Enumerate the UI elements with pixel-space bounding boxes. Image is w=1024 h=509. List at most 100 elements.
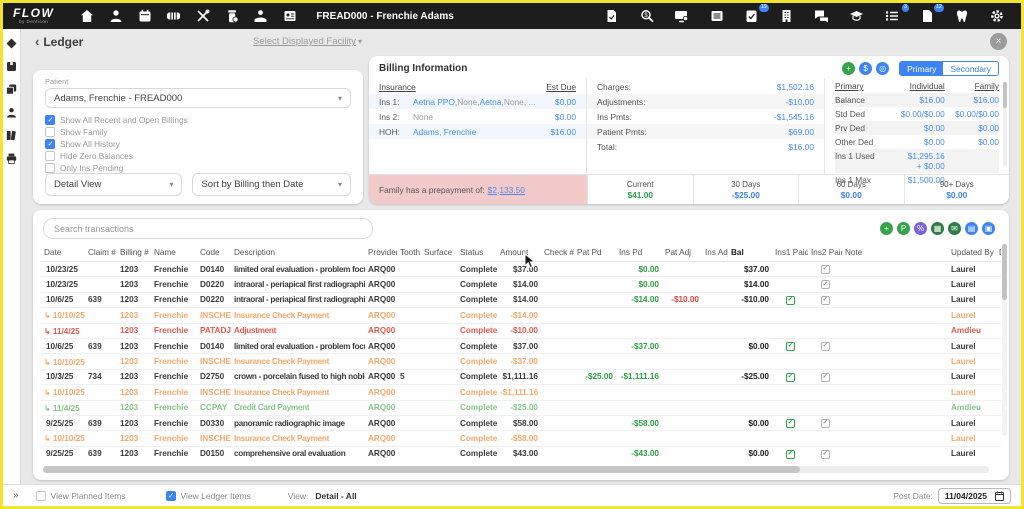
column-header[interactable]: Ins Pd xyxy=(616,245,662,262)
table-row[interactable]: ↳10/10/25 1203 Frenchie INSCHECI Insuran… xyxy=(41,385,1001,400)
view-planned-items-checkbox[interactable] xyxy=(36,491,46,501)
adjustment-button[interactable]: % xyxy=(914,222,927,235)
column-header[interactable]: Note xyxy=(842,245,948,262)
statement-button[interactable]: ▤ xyxy=(965,222,978,235)
column-header[interactable]: Surface xyxy=(421,245,457,262)
claims-icon[interactable] xyxy=(597,9,626,23)
search-transactions-input[interactable] xyxy=(43,218,373,239)
print-button[interactable]: ▣ xyxy=(982,222,995,235)
table-row[interactable]: ↳10/10/25 1203 Frenchie INSCHECI Insuran… xyxy=(41,431,1001,446)
procedures-icon[interactable] xyxy=(188,9,217,23)
column-header[interactable]: Date xyxy=(41,245,85,262)
secondary-toggle-button[interactable]: Secondary xyxy=(943,62,998,75)
patient-select[interactable]: Adams, Frenchie - FREAD000 ▾ xyxy=(45,88,351,108)
table-row[interactable]: ↳10/10/25 1203 Frenchie INSCHECI Insuran… xyxy=(41,354,1001,369)
column-header[interactable]: Status xyxy=(457,245,497,262)
hoh-link[interactable]: Adams, Frenchie xyxy=(413,127,476,137)
sort-select[interactable]: Sort by Billing then Date ▾ xyxy=(192,173,351,196)
ins2-paid-checkbox[interactable] xyxy=(821,373,830,382)
insurance-plan-link[interactable]: None xyxy=(504,97,524,107)
checkbox[interactable] xyxy=(45,127,55,137)
ins1-paid-checkbox[interactable] xyxy=(786,419,795,428)
column-header[interactable]: Tooth xyxy=(397,245,421,262)
ins1-paid-checkbox[interactable] xyxy=(786,342,795,351)
ins2-paid-checkbox[interactable] xyxy=(821,265,830,274)
email-button[interactable]: ✉ xyxy=(948,222,961,235)
prescriptions-icon[interactable] xyxy=(217,9,246,23)
view-ledger-items-checkbox-row[interactable]: View Ledger Items xyxy=(166,491,251,501)
quick-actions-icon[interactable] xyxy=(6,38,17,49)
table-row[interactable]: 10/6/25 639 1203 Frenchie D0220 intraora… xyxy=(41,292,1001,307)
table-row[interactable]: 9/25/25 639 1203 Frenchie D0330 panorami… xyxy=(41,415,1001,430)
package-icon[interactable] xyxy=(6,61,17,72)
ins1-paid-checkbox[interactable] xyxy=(786,373,795,382)
view-planned-items-checkbox-row[interactable]: View Planned Items xyxy=(36,491,126,501)
ins2-paid-checkbox[interactable] xyxy=(821,450,830,459)
messages-icon[interactable] xyxy=(807,9,836,23)
checkbox[interactable] xyxy=(45,115,55,125)
ledger-icon[interactable] xyxy=(6,130,17,141)
close-button[interactable]: × xyxy=(990,33,1007,50)
schedule-icon[interactable] xyxy=(130,9,159,23)
insurance-plan-link[interactable]: , ... xyxy=(524,97,536,107)
column-header[interactable]: Name xyxy=(151,245,197,262)
column-header[interactable]: Updated By xyxy=(948,245,996,262)
patient-icon[interactable] xyxy=(101,9,130,23)
benefits-scrollbar[interactable] xyxy=(1003,82,1007,166)
billing-options-button[interactable]: ◎ xyxy=(876,62,889,75)
home-icon[interactable] xyxy=(72,9,101,23)
primary-toggle-button[interactable]: Primary xyxy=(900,62,943,75)
perio-tooth-icon[interactable] xyxy=(947,9,976,23)
contact-card-icon[interactable] xyxy=(275,9,304,23)
insurance-plan-link[interactable]: Aetna PPO xyxy=(413,97,455,107)
worklist-icon[interactable]: 3 xyxy=(877,9,906,23)
patient-icon[interactable] xyxy=(6,107,17,118)
column-header[interactable]: Check # xyxy=(541,245,574,262)
column-header[interactable]: Ins2 Paid xyxy=(808,245,842,262)
payment-button[interactable]: P xyxy=(897,222,910,235)
charting-icon[interactable] xyxy=(159,9,188,23)
table-row[interactable]: 10/23/25 1203 Frenchie D0140 limited ora… xyxy=(41,262,1001,277)
ins2-paid-checkbox[interactable] xyxy=(821,419,830,428)
collect-payment-button[interactable]: $ xyxy=(859,62,872,75)
column-header[interactable]: Pat Adj xyxy=(662,245,702,262)
column-header[interactable]: Pat Pd xyxy=(574,245,616,262)
filter-checkbox-row[interactable]: Show All History xyxy=(45,139,351,149)
payments-icon[interactable] xyxy=(246,9,275,23)
checkbox[interactable] xyxy=(45,163,55,173)
table-row[interactable]: 10/23/25 1203 Frenchie D0220 intraoral -… xyxy=(41,277,1001,292)
education-icon[interactable] xyxy=(842,9,871,23)
filter-checkbox-row[interactable]: Hide Zero Balances xyxy=(45,151,351,161)
imaging-icon[interactable] xyxy=(667,9,696,23)
filter-checkbox-row[interactable]: Show Family xyxy=(45,127,351,137)
insurance-plan-link[interactable]: None xyxy=(457,97,477,107)
settings-gear-icon[interactable] xyxy=(982,9,1011,23)
ins2-paid-checkbox[interactable] xyxy=(821,280,830,289)
column-header[interactable]: Ins1 Paid xyxy=(772,245,808,262)
column-header[interactable]: Code xyxy=(197,245,231,262)
tasks-icon[interactable]: 19 xyxy=(737,9,766,23)
ins1-paid-checkbox[interactable] xyxy=(786,450,795,459)
column-header[interactable]: Bal xyxy=(728,245,772,262)
column-header[interactable]: Ins Adj xyxy=(702,245,728,262)
expand-sidebar-icon[interactable]: » xyxy=(13,490,19,501)
ins2-paid-checkbox[interactable] xyxy=(821,342,830,351)
column-header[interactable]: Description xyxy=(231,245,365,262)
checkbox[interactable] xyxy=(45,151,55,161)
filter-checkbox-row[interactable]: Show All Recent and Open Billings xyxy=(45,115,351,125)
table-row[interactable]: 9/25/25 639 1203 Frenchie D0150 comprehe… xyxy=(41,446,1001,461)
add-transaction-button[interactable]: + xyxy=(880,222,893,235)
print-icon[interactable] xyxy=(6,153,17,164)
reports-icon[interactable] xyxy=(702,9,731,23)
column-header[interactable]: Provider xyxy=(365,245,397,262)
back-chevron-icon[interactable]: ‹ xyxy=(35,34,39,49)
table-row[interactable]: ↳11/4/25 1203 Frenchie CCPAY Credit Card… xyxy=(41,400,1001,415)
table-row[interactable]: 10/6/25 639 1203 Frenchie D0140 limited … xyxy=(41,338,1001,353)
export-excel-button[interactable]: ▦ xyxy=(931,222,944,235)
insurance-plan-link[interactable]: Aetna xyxy=(480,97,502,107)
ins2-paid-checkbox[interactable] xyxy=(821,296,830,305)
column-header[interactable]: Billing # xyxy=(117,245,151,262)
table-row[interactable]: 10/3/25 734 1203 Frenchie D2750 crown - … xyxy=(41,369,1001,384)
view-ledger-items-checkbox[interactable] xyxy=(166,491,176,501)
filter-checkbox-row[interactable]: Only Ins Pending xyxy=(45,163,351,173)
